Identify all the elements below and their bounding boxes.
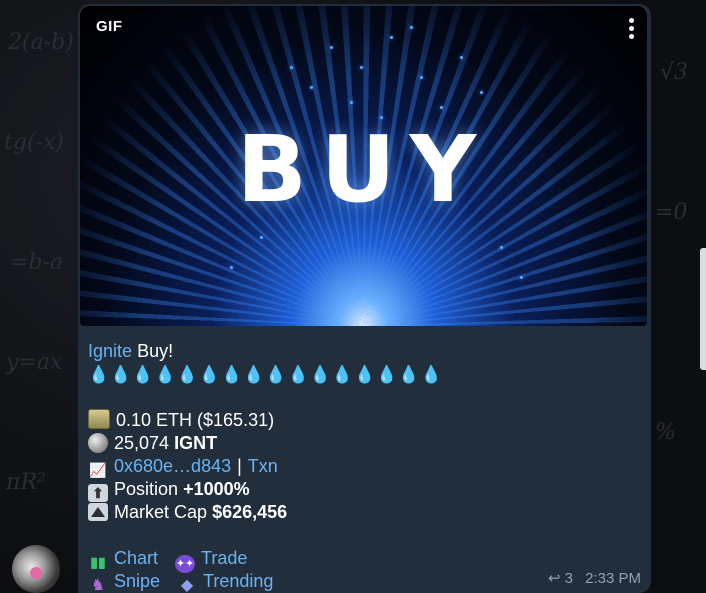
spent-line: 0.10 ETH ($165.31) [88,409,641,432]
snipe-label: Snipe [114,571,161,591]
coin-icon [88,433,108,453]
chart-label: Chart [114,548,159,568]
background-doodle: 2(a-b) [8,30,74,55]
reply-count: 3 [564,570,573,587]
marketcap-label: Market Cap [114,502,208,522]
trending-label: Trending [203,571,274,591]
button-row-1: ▮▮ Chart ✦✦ Trade [88,547,641,573]
marketcap-value: $626,456 [212,502,288,522]
message-meta: ↩ 3 2:33 PM [548,569,641,587]
unicorn-icon: ♞ [90,577,106,593]
bar-chart-icon: ▮▮ [90,554,106,570]
fire-emoji-row: 💧💧💧💧💧💧💧💧💧💧💧💧💧💧💧💧 [88,365,443,384]
gif-headline: BUY [236,116,491,223]
buyer-line: 📈 0x680e…d843 | Txn [88,455,641,478]
more-vertical-icon[interactable] [627,18,635,42]
message-text: Ignite Buy! 💧💧💧💧💧💧💧💧💧💧💧💧💧💧💧💧 0.10 ETH ($… [88,340,641,593]
scroll-handle[interactable] [700,248,706,370]
background-doodle: =b-a [10,250,64,275]
message-time: 2:33 PM [585,570,641,587]
txn-link[interactable]: Txn [248,456,278,476]
background-doodle: πR² [6,470,46,495]
message-bubble: GIF BUY Ignite Buy! 💧💧💧💧💧💧💧💧💧💧💧💧💧💧💧💧 0.1… [78,4,651,593]
mountain-icon [88,503,108,521]
background-doodle: tg(-x) [4,130,64,155]
trade-label: Trade [201,548,248,568]
message-title: Ignite Buy! [88,340,641,363]
received-token: IGNT [174,433,218,453]
trending-button[interactable]: ◆ Trending [177,570,274,593]
sender-avatar[interactable] [12,545,60,593]
gif-media[interactable]: GIF BUY [80,6,647,326]
background-doodle: √3 [660,60,689,85]
snipe-button[interactable]: ♞ Snipe [88,570,160,593]
position-line: ⬆ Position +1000% [88,478,641,502]
position-label: Position [114,479,179,499]
chart-increasing-icon: 📈 [89,462,107,478]
marketcap-line: Market Cap $626,456 [88,501,641,524]
money-icon [88,409,110,429]
background-doodle: =0 [655,200,688,225]
received-line: 25,074 IGNT [88,432,641,455]
background-doodle: % [655,420,676,445]
spent-value: 0.10 ETH ($165.31) [116,410,275,430]
separator: | [237,456,242,476]
position-value: +1000% [183,479,250,499]
chart-button[interactable]: ▮▮ Chart [88,547,158,571]
title-rest: Buy! [137,341,174,361]
up-arrow-icon: ⬆ [88,484,108,502]
ethereum-icon: ◆ [180,577,194,593]
reply-icon[interactable]: ↩ [548,570,561,587]
token-link[interactable]: Ignite [88,341,132,361]
gif-badge: GIF [96,18,123,35]
background-doodle: y=ax [6,350,63,375]
buyer-address-link[interactable]: 0x680e…d843 [114,456,231,476]
received-amount: 25,074 [114,433,170,453]
